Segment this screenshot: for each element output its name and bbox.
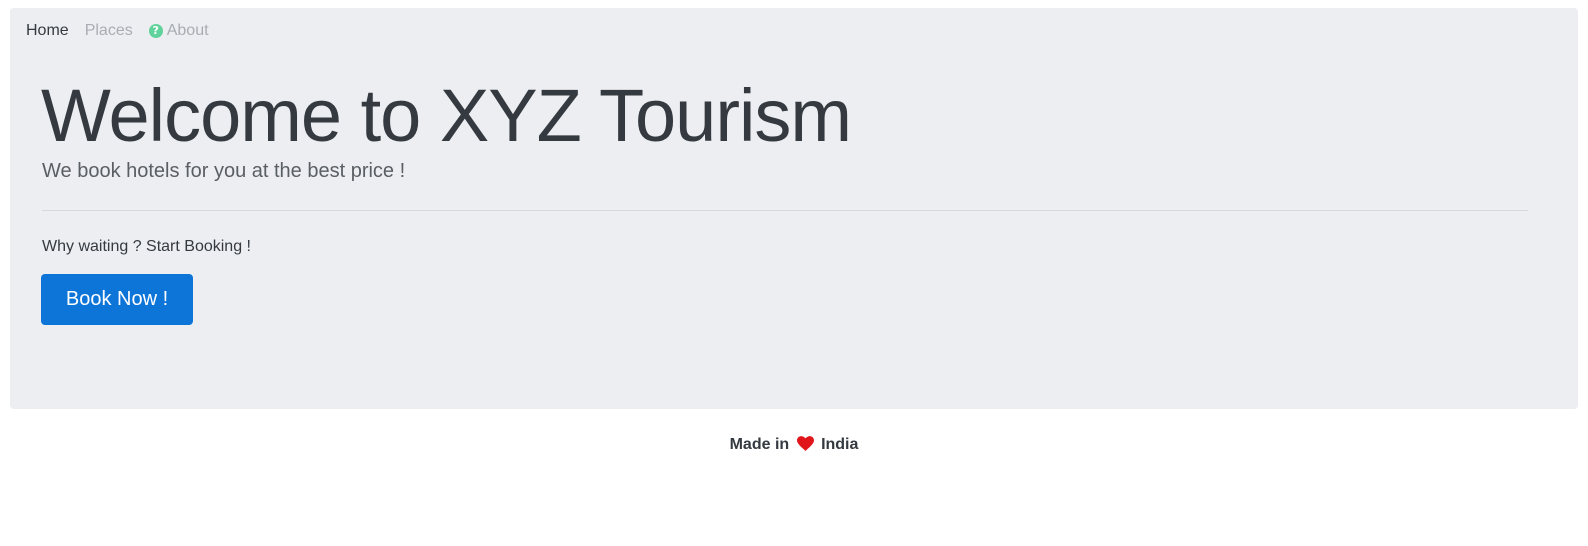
book-now-button[interactable]: Book Now ! [41,274,193,325]
question-circle-icon: ? [148,24,163,38]
page-title: Welcome to XYZ Tourism [41,74,852,157]
nav-link-about-label: About [166,22,209,39]
divider [42,210,1528,211]
top-nav: Home Places ? About [26,22,225,40]
nav-link-about[interactable]: ? About [148,22,209,40]
footer-suffix: India [821,436,859,453]
heart-icon [796,436,814,451]
footer: Made in India [0,436,1588,454]
nav-link-places[interactable]: Places [85,22,133,40]
nav-link-home[interactable]: Home [26,22,69,40]
jumbotron: Home Places ? About Welcome to XYZ Touri… [10,8,1578,409]
nav-link-places-label: Places [84,22,133,39]
footer-prefix: Made in [729,436,790,453]
nav-link-home-label: Home [26,22,69,39]
page-subtitle: We book hotels for you at the best price… [42,160,406,182]
cta-text: Why waiting ? Start Booking ! [42,238,251,255]
